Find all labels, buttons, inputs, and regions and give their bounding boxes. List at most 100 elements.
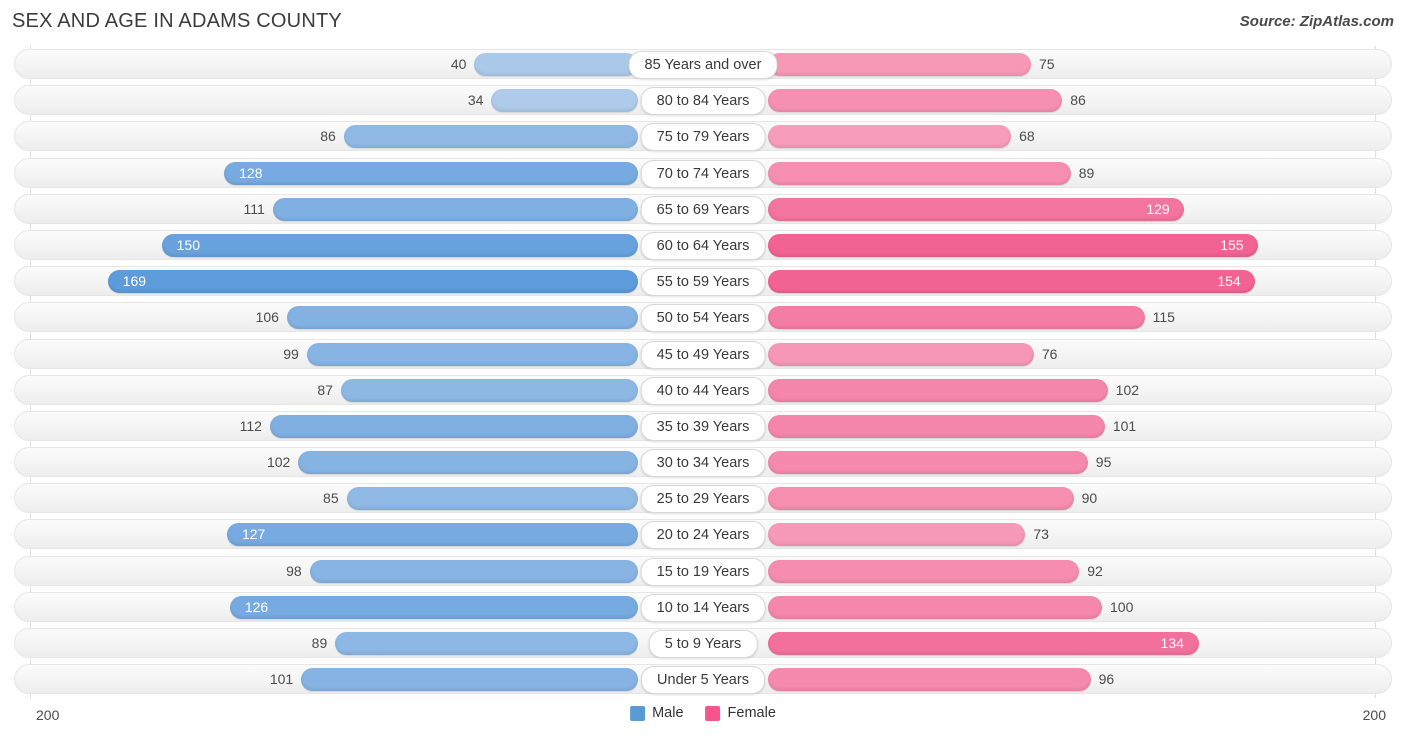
value-label-male: 169 — [122, 273, 147, 290]
bar-male — [272, 197, 638, 221]
value-label-female: 75 — [1039, 56, 1055, 72]
bar-male — [340, 378, 638, 402]
bar-male — [224, 161, 638, 185]
bar-female — [768, 414, 1105, 438]
chart-row: 34 86 80 to 84 Years — [0, 82, 1406, 118]
chart-footer: 200 Male Female 200 — [0, 698, 1406, 741]
bar-female — [768, 89, 1063, 113]
value-label-female: 154 — [1217, 273, 1241, 290]
bar-female — [768, 125, 1012, 149]
bar-male — [108, 270, 638, 294]
value-label-female: 134 — [1160, 635, 1184, 651]
chart-row: 40 75 85 Years and over — [0, 46, 1406, 82]
chart-row: 127 73 20 to 24 Years — [0, 516, 1406, 552]
chart-row: 126 100 10 to 14 Years — [0, 589, 1406, 625]
value-label-male: 111 — [243, 200, 265, 217]
category-label: 45 to 49 Years — [640, 340, 766, 369]
value-label-male: 86 — [320, 128, 336, 145]
category-label: 30 to 34 Years — [640, 449, 766, 478]
value-label-female: 76 — [1041, 345, 1058, 362]
value-label-female: 68 — [1019, 128, 1035, 145]
chart-row: 85 90 25 to 29 Years — [0, 480, 1406, 516]
category-label: 70 to 74 Years — [640, 159, 766, 188]
category-label: 5 to 9 Years — [648, 630, 758, 658]
bar-male — [269, 414, 638, 438]
bar-female — [768, 378, 1108, 402]
category-label: 55 to 59 Years — [640, 268, 766, 297]
bar-male — [335, 632, 638, 655]
chart-row: 106 115 50 to 54 Years — [0, 299, 1406, 335]
category-label: 15 to 19 Years — [640, 557, 766, 586]
category-label: 65 to 69 Years — [640, 195, 766, 224]
bar-male — [162, 233, 638, 257]
value-label-male: 106 — [255, 309, 279, 326]
category-label: 10 to 14 Years — [640, 593, 766, 622]
category-label: Under 5 Years — [641, 666, 765, 695]
bar-female — [768, 451, 1088, 475]
value-label-male: 128 — [239, 164, 263, 181]
value-label-male: 150 — [176, 236, 200, 253]
legend-item-male[interactable]: Male — [630, 705, 684, 721]
bar-female — [768, 559, 1080, 583]
chart-plot-area: 40 75 85 Years and over 34 86 80 to 84 Years 8… — [0, 46, 1406, 698]
legend-swatch-icon — [705, 705, 721, 721]
chart-rows: 40 75 85 Years and over 34 86 80 to 84 Years 8… — [0, 46, 1406, 697]
source-attribution: Source: ZipAtlas.com — [1239, 13, 1394, 30]
chart-legend: Male Female — [630, 705, 776, 721]
legend-item-female[interactable]: Female — [705, 705, 776, 721]
bar-female — [768, 595, 1102, 619]
category-label: 75 to 79 Years — [640, 123, 766, 152]
chart-row: 86 68 75 to 79 Years — [0, 118, 1406, 154]
value-label-female: 96 — [1098, 671, 1115, 688]
bar-female — [768, 342, 1034, 366]
value-label-female: 101 — [1112, 417, 1137, 434]
value-label-male: 126 — [244, 598, 269, 615]
chart-header: SEX AND AGE IN ADAMS COUNTY Source: ZipA… — [0, 0, 1406, 46]
value-label-male: 89 — [311, 635, 328, 651]
chart-row: 128 89 70 to 74 Years — [0, 155, 1406, 191]
value-label-female: 86 — [1070, 92, 1086, 109]
chart-row: 102 95 30 to 34 Years — [0, 444, 1406, 480]
category-label: 50 to 54 Years — [640, 304, 766, 333]
category-label: 20 to 24 Years — [640, 521, 766, 550]
bar-female — [768, 53, 1031, 76]
category-label: 80 to 84 Years — [640, 87, 766, 116]
bar-female — [768, 197, 1185, 221]
bar-male — [230, 595, 638, 619]
category-label: 35 to 39 Years — [640, 412, 766, 441]
value-label-female: 90 — [1081, 490, 1098, 507]
category-label: 60 to 64 Years — [640, 231, 766, 260]
axis-label-left: 200 — [36, 707, 60, 723]
chart-row: 87 102 40 to 44 Years — [0, 372, 1406, 408]
bar-male — [227, 523, 638, 547]
category-label: 25 to 29 Years — [640, 485, 766, 514]
legend-label: Male — [652, 705, 684, 721]
value-label-male: 127 — [241, 526, 266, 543]
bar-female — [768, 270, 1256, 294]
bar-male — [309, 559, 638, 583]
value-label-female: 102 — [1115, 381, 1140, 398]
bar-female — [768, 306, 1145, 330]
value-label-female: 129 — [1146, 200, 1170, 217]
value-label-male: 87 — [317, 381, 333, 398]
bar-male — [346, 487, 638, 511]
value-label-male: 102 — [266, 454, 291, 471]
bar-male — [491, 89, 638, 113]
value-label-male: 99 — [283, 345, 299, 362]
value-label-female: 115 — [1152, 309, 1175, 326]
value-label-female: 73 — [1033, 526, 1049, 543]
page-title: SEX AND AGE IN ADAMS COUNTY — [12, 10, 342, 32]
value-label-male: 101 — [269, 671, 294, 688]
chart-row: 111 129 65 to 69 Years — [0, 191, 1406, 227]
bar-female — [768, 233, 1259, 257]
legend-swatch-icon — [630, 705, 646, 721]
value-label-male: 112 — [239, 417, 262, 434]
chart-row: 98 92 15 to 19 Years — [0, 553, 1406, 589]
chart-row: 89 134 5 to 9 Years — [0, 625, 1406, 661]
value-label-male: 40 — [450, 56, 467, 72]
bar-male — [298, 451, 638, 475]
value-label-female: 92 — [1087, 562, 1103, 579]
value-label-female: 95 — [1095, 454, 1112, 471]
value-label-female: 155 — [1220, 236, 1244, 253]
bar-male — [474, 53, 638, 76]
